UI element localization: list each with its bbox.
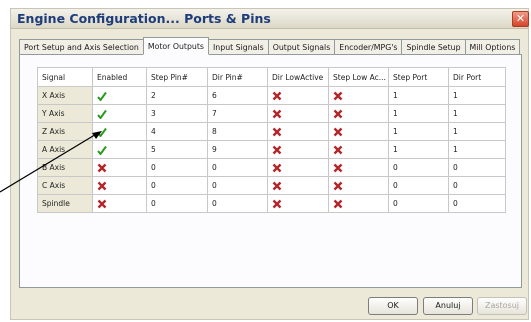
tab-motor-outputs[interactable]: Motor Outputs (142, 37, 209, 55)
annotation-arrow (0, 131, 102, 193)
